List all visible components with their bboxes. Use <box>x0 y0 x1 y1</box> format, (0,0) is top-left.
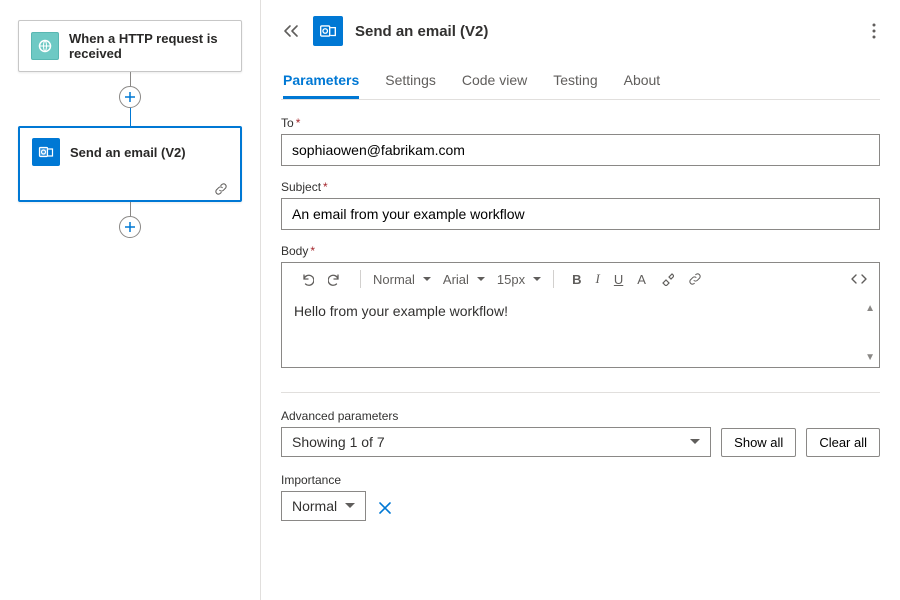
highlight-icon[interactable] <box>656 270 678 288</box>
tab-about[interactable]: About <box>624 64 661 99</box>
add-step-button-2[interactable] <box>119 216 141 238</box>
subject-input[interactable] <box>281 198 880 230</box>
advanced-select[interactable]: Showing 1 of 7 <box>281 427 711 457</box>
node-send-email[interactable]: Send an email (V2) <box>18 126 242 202</box>
node-http-label: When a HTTP request is received <box>69 31 229 61</box>
scroll-up-icon[interactable]: ▲ <box>865 303 875 314</box>
collapse-panel-icon[interactable] <box>281 22 301 40</box>
remove-parameter-icon[interactable] <box>376 497 394 521</box>
italic-icon[interactable]: I <box>592 269 604 289</box>
importance-label: Importance <box>281 473 366 487</box>
clear-all-button[interactable]: Clear all <box>806 428 880 457</box>
underline-icon[interactable]: U <box>610 270 627 289</box>
subject-label: Subject* <box>281 180 880 194</box>
outlook-icon <box>32 138 60 166</box>
outlook-icon <box>313 16 343 46</box>
body-editor: Normal Arial 15px B I U A Hello from you… <box>281 262 880 368</box>
undo-icon[interactable] <box>296 270 318 288</box>
tab-bar: Parameters Settings Code view Testing Ab… <box>281 64 880 100</box>
tab-settings[interactable]: Settings <box>385 64 436 99</box>
body-textarea[interactable]: Hello from your example workflow! <box>282 295 879 367</box>
divider <box>281 392 880 393</box>
to-label: To* <box>281 116 880 130</box>
rich-toolbar: Normal Arial 15px B I U A <box>282 263 879 295</box>
node-email-label: Send an email (V2) <box>70 145 186 160</box>
panel-header: Send an email (V2) <box>281 16 880 46</box>
designer-canvas: When a HTTP request is received Send an … <box>0 0 260 600</box>
add-step-button-1[interactable] <box>119 86 141 108</box>
http-icon <box>31 32 59 60</box>
font-dropdown[interactable]: Arial <box>439 270 489 289</box>
node-http-trigger[interactable]: When a HTTP request is received <box>18 20 242 72</box>
size-dropdown[interactable]: 15px <box>493 270 545 289</box>
bold-icon[interactable]: B <box>568 270 585 289</box>
tab-testing[interactable]: Testing <box>553 64 597 99</box>
advanced-label: Advanced parameters <box>281 409 711 423</box>
details-panel: Send an email (V2) Parameters Settings C… <box>260 0 900 600</box>
connector-1 <box>18 72 242 126</box>
style-dropdown[interactable]: Normal <box>369 270 435 289</box>
connector-2 <box>18 202 242 238</box>
code-view-icon[interactable] <box>847 270 871 288</box>
scroll-down-icon[interactable]: ▼ <box>865 352 875 363</box>
more-menu-icon[interactable] <box>868 19 880 43</box>
body-label: Body* <box>281 244 880 258</box>
tab-parameters[interactable]: Parameters <box>283 64 359 99</box>
link-icon <box>214 182 228 196</box>
show-all-button[interactable]: Show all <box>721 428 796 457</box>
redo-icon[interactable] <box>324 270 346 288</box>
panel-title: Send an email (V2) <box>355 23 856 40</box>
importance-select[interactable]: Normal <box>281 491 366 521</box>
link-icon[interactable] <box>684 270 706 288</box>
font-color-icon[interactable]: A <box>633 270 650 289</box>
tab-code-view[interactable]: Code view <box>462 64 527 99</box>
to-input[interactable] <box>281 134 880 166</box>
